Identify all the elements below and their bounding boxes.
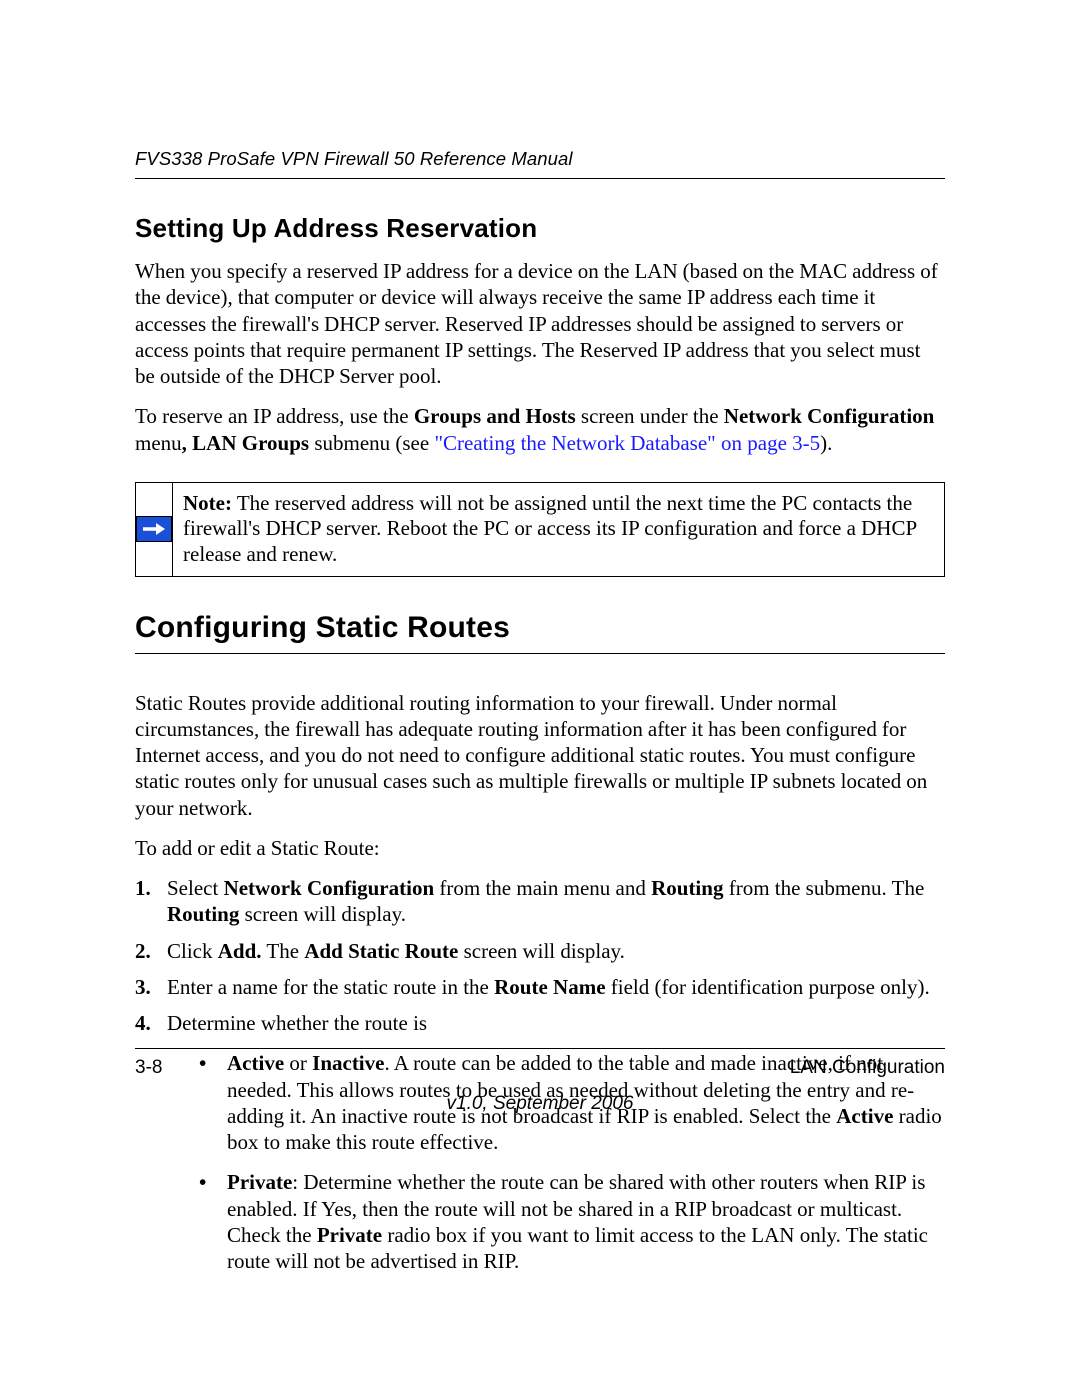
cross-reference-link[interactable]: "Creating the Network Database" on page …: [434, 431, 820, 455]
step-item: 3. Enter a name for the static route in …: [135, 974, 945, 1000]
footer-rule: [135, 1048, 945, 1049]
text: Enter a name for the static route in the: [167, 975, 494, 999]
body-paragraph: To reserve an IP address, use the Groups…: [135, 403, 945, 456]
running-head: FVS338 ProSafe VPN Firewall 50 Reference…: [135, 148, 945, 170]
text-bold: Routing: [651, 876, 723, 900]
header-rule: [135, 178, 945, 179]
text: screen will display.: [458, 939, 625, 963]
step-item: 1. Select Network Configuration from the…: [135, 875, 945, 928]
text-bold: Route Name: [494, 975, 605, 999]
body-paragraph: Static Routes provide additional routing…: [135, 690, 945, 821]
text: submenu (see: [309, 431, 434, 455]
text: from the main menu and: [434, 876, 651, 900]
text: Click: [167, 939, 218, 963]
note-body: The reserved address will not be assigne…: [183, 491, 916, 566]
note-text: Note: The reserved address will not be a…: [173, 483, 944, 576]
text-bold: Network Configuration: [224, 876, 435, 900]
text-bold: Groups and Hosts: [414, 404, 576, 428]
chapter-name: LAN Configuration: [790, 1057, 945, 1079]
note-box: Note: The reserved address will not be a…: [135, 482, 945, 577]
text: field (for identification purpose only).: [606, 975, 930, 999]
heading-configuring-static-routes: Configuring Static Routes: [135, 611, 945, 645]
text-bold: Routing: [167, 902, 239, 926]
heading-rule: [135, 653, 945, 654]
bullet-item: Private: Determine whether the route can…: [199, 1169, 945, 1274]
page-footer: 3-8 LAN Configuration v1.0, September 20…: [135, 1048, 945, 1115]
text-bold: Add.: [218, 939, 262, 963]
heading-setting-up-address-reservation: Setting Up Address Reservation: [135, 213, 945, 244]
note-icon-cell: [136, 483, 173, 576]
text: Select: [167, 876, 224, 900]
step-number: 1.: [135, 875, 151, 901]
text: To reserve an IP address, use the: [135, 404, 414, 428]
body-paragraph: To add or edit a Static Route:: [135, 835, 945, 861]
text-bold: , LAN Groups: [182, 431, 309, 455]
text: The: [262, 939, 305, 963]
text-bold: Private: [317, 1223, 382, 1247]
text: ).: [820, 431, 832, 455]
document-page: FVS338 ProSafe VPN Firewall 50 Reference…: [0, 0, 1080, 1397]
page-number: 3-8: [135, 1057, 162, 1079]
step-number: 4.: [135, 1010, 151, 1036]
text: screen under the: [576, 404, 724, 428]
body-paragraph: When you specify a reserved IP address f…: [135, 258, 945, 389]
doc-version: v1.0, September 2006: [135, 1093, 945, 1115]
text-bold: Network Configuration: [724, 404, 935, 428]
text: menu: [135, 431, 182, 455]
text-bold: Private: [227, 1170, 292, 1194]
text: from the submenu. The: [723, 876, 924, 900]
text: Determine whether the route is: [167, 1011, 427, 1035]
text: screen will display.: [239, 902, 406, 926]
step-number: 2.: [135, 938, 151, 964]
arrow-right-icon: [136, 516, 172, 542]
note-label: Note:: [183, 491, 232, 515]
step-number: 3.: [135, 974, 151, 1000]
text-bold: Add Static Route: [304, 939, 458, 963]
step-item: 2. Click Add. The Add Static Route scree…: [135, 938, 945, 964]
